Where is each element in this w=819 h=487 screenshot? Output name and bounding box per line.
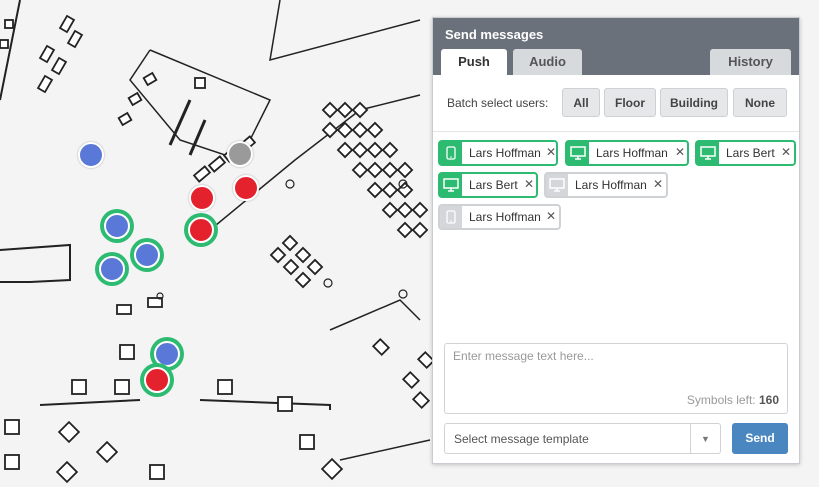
map-marker-user-selected[interactable] — [140, 363, 174, 397]
recipient-name: Lars Hoffman — [469, 146, 541, 160]
monitor-icon — [546, 174, 568, 196]
remove-icon[interactable]: ✕ — [524, 177, 534, 191]
monitor-icon — [567, 142, 589, 164]
message-template-select[interactable]: Select message template ▼ — [444, 423, 721, 454]
select-building-button[interactable]: Building — [660, 88, 728, 117]
batch-select-label: Batch select users: — [447, 96, 549, 110]
message-input[interactable] — [445, 344, 787, 392]
remove-icon[interactable]: ✕ — [781, 145, 791, 159]
tab-history[interactable]: History — [710, 49, 791, 75]
batch-select-row: Batch select users: All Floor Building N… — [445, 88, 787, 118]
symbols-left-label: Symbols left: — [686, 393, 756, 407]
recipient-chip[interactable]: Lars Hoffman ✕ — [438, 140, 558, 166]
map-marker-user-selected[interactable] — [184, 213, 218, 247]
recipient-chip[interactable]: Lars Hoffman ✕ — [565, 140, 689, 166]
remove-icon[interactable]: ✕ — [675, 145, 685, 159]
remove-icon[interactable]: ✕ — [546, 209, 556, 223]
monitor-icon — [697, 142, 719, 164]
recipient-chip[interactable]: Lars Bert ✕ — [438, 172, 538, 198]
panel-header: Send messages Push Audio History — [433, 18, 799, 75]
tab-push[interactable]: Push — [441, 49, 507, 75]
recipient-chip[interactable]: Lars Bert ✕ — [695, 140, 796, 166]
map-marker-user[interactable] — [78, 142, 104, 168]
phone-icon — [440, 206, 462, 228]
chevron-down-icon[interactable]: ▼ — [690, 424, 720, 453]
send-button[interactable]: Send — [732, 423, 788, 454]
recipient-chip[interactable]: Lars Hoffman ✕ — [438, 204, 561, 230]
divider — [433, 131, 799, 132]
select-none-button[interactable]: None — [733, 88, 787, 117]
remove-icon[interactable]: ✕ — [653, 177, 663, 191]
send-messages-panel: Send messages Push Audio History Batch s… — [432, 17, 800, 464]
recipient-name: Lars Hoffman — [469, 210, 541, 224]
recipient-name: Lars Hoffman — [575, 178, 647, 192]
symbols-left-count: 160 — [758, 393, 779, 407]
remove-icon[interactable]: ✕ — [546, 145, 556, 159]
phone-icon — [440, 142, 462, 164]
template-select-placeholder: Select message template — [454, 432, 589, 446]
select-all-button[interactable]: All — [562, 88, 600, 117]
map-marker-user[interactable] — [189, 185, 215, 211]
select-floor-button[interactable]: Floor — [604, 88, 656, 117]
recipient-name: Lars Bert — [469, 178, 518, 192]
map-marker-user[interactable] — [233, 175, 259, 201]
recipient-name: Lars Bert — [726, 146, 775, 160]
tab-audio[interactable]: Audio — [513, 49, 582, 75]
map-marker-user[interactable] — [227, 141, 253, 167]
message-box: Symbols left: 160 — [444, 343, 788, 414]
recipient-name: Lars Hoffman — [596, 146, 668, 160]
map-marker-user-selected[interactable] — [95, 252, 129, 286]
panel-title: Send messages — [445, 27, 544, 42]
map-marker-user-selected[interactable] — [130, 238, 164, 272]
monitor-icon — [440, 174, 462, 196]
symbols-left: Symbols left: 160 — [687, 393, 779, 407]
map-marker-user-selected[interactable] — [100, 209, 134, 243]
recipient-chip[interactable]: Lars Hoffman ✕ — [544, 172, 668, 198]
